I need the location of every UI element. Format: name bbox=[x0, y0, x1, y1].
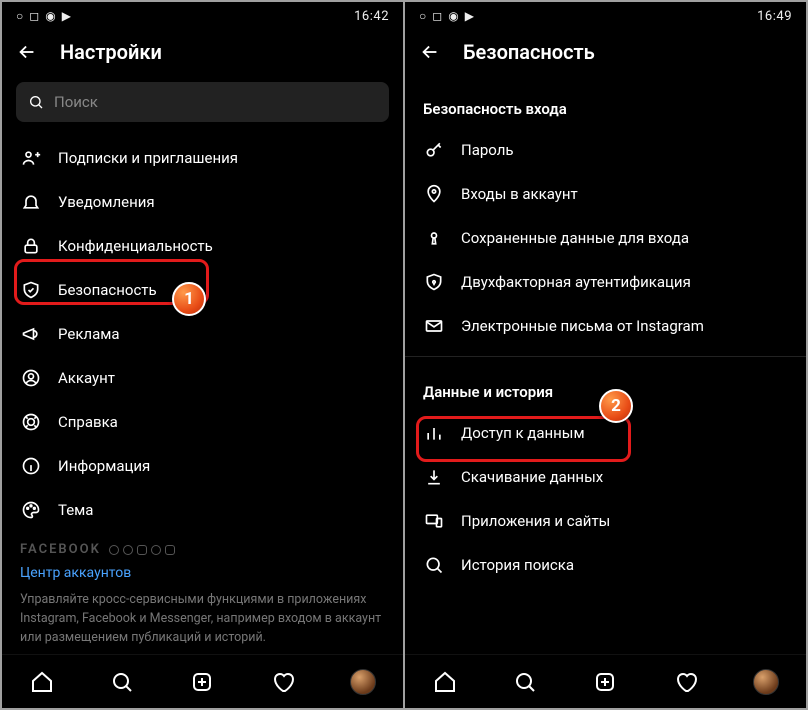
nav-profile-icon[interactable] bbox=[753, 669, 779, 695]
menu-item-saved-login[interactable]: Сохраненные данные для входа bbox=[405, 216, 806, 260]
keyhole-icon bbox=[423, 227, 445, 249]
menu-label: Уведомления bbox=[58, 193, 155, 211]
person-plus-icon bbox=[20, 147, 42, 169]
menu-label: Подписки и приглашения bbox=[58, 149, 238, 167]
key-icon bbox=[423, 139, 445, 161]
menu-item-subscriptions[interactable]: Подписки и приглашения bbox=[2, 136, 403, 180]
menu-label: Входы в аккаунт bbox=[461, 185, 578, 203]
settings-screen: ○◻◉▶ 16:42 Настройки Поиск Подписки и пр… bbox=[2, 2, 403, 708]
palette-icon bbox=[20, 499, 42, 521]
nav-heart-icon[interactable] bbox=[270, 669, 296, 695]
security-screen: ○◻◉▶ 16:49 Безопасность Безопасность вхо… bbox=[403, 2, 806, 708]
menu-item-account[interactable]: Аккаунт bbox=[2, 356, 403, 400]
bottom-nav bbox=[405, 654, 806, 708]
divider bbox=[405, 356, 806, 357]
menu-item-privacy[interactable]: Конфиденциальность bbox=[2, 224, 403, 268]
menu-label: Справка bbox=[58, 413, 118, 431]
menu-label: Аккаунт bbox=[58, 369, 115, 387]
menu-item-notifications[interactable]: Уведомления bbox=[2, 180, 403, 224]
menu-label: Пароль bbox=[461, 141, 514, 159]
menu-item-login-activity[interactable]: Входы в аккаунт bbox=[405, 172, 806, 216]
clock: 16:42 bbox=[354, 9, 389, 24]
person-circle-icon bbox=[20, 367, 42, 389]
page-title: Безопасность bbox=[463, 40, 595, 64]
nav-profile-icon[interactable] bbox=[350, 669, 376, 695]
section-data-title: Данные и история bbox=[405, 365, 806, 411]
menu-label: История поиска bbox=[461, 556, 574, 574]
menu-label: Реклама bbox=[58, 325, 120, 343]
menu-item-apps-sites[interactable]: Приложения и сайты bbox=[405, 499, 806, 543]
status-bar: ○◻◉▶ 16:49 bbox=[405, 2, 806, 30]
menu-item-password[interactable]: Пароль bbox=[405, 128, 806, 172]
nav-home-icon[interactable] bbox=[432, 669, 458, 695]
search-placeholder: Поиск bbox=[54, 93, 98, 111]
shield-lock-icon bbox=[423, 271, 445, 293]
facebook-brand: FACEBOOK bbox=[2, 532, 403, 557]
nav-search-icon[interactable] bbox=[512, 669, 538, 695]
menu-label: Двухфакторная аутентификация bbox=[461, 273, 691, 291]
bars-icon bbox=[423, 422, 445, 444]
mail-icon bbox=[423, 315, 445, 337]
menu-item-theme[interactable]: Тема bbox=[2, 488, 403, 532]
nav-add-icon[interactable] bbox=[592, 669, 618, 695]
nav-add-icon[interactable] bbox=[189, 669, 215, 695]
section-login-title: Безопасность входа bbox=[405, 82, 806, 128]
menu-label: Информация bbox=[58, 457, 150, 475]
menu-item-search-history[interactable]: История поиска bbox=[405, 543, 806, 587]
bell-icon bbox=[20, 191, 42, 213]
search-icon bbox=[423, 554, 445, 576]
nav-heart-icon[interactable] bbox=[673, 669, 699, 695]
menu-label: Приложения и сайты bbox=[461, 512, 610, 530]
lifebuoy-icon bbox=[20, 411, 42, 433]
megaphone-icon bbox=[20, 323, 42, 345]
lock-icon bbox=[20, 235, 42, 257]
menu-item-info[interactable]: Информация bbox=[2, 444, 403, 488]
menu-item-2fa[interactable]: Двухфакторная аутентификация bbox=[405, 260, 806, 304]
status-bar: ○◻◉▶ 16:42 bbox=[2, 2, 403, 30]
menu-item-help[interactable]: Справка bbox=[2, 400, 403, 444]
menu-label: Конфиденциальность bbox=[58, 237, 213, 255]
clock: 16:49 bbox=[757, 9, 792, 24]
menu-item-ads[interactable]: Реклама bbox=[2, 312, 403, 356]
settings-menu: Подписки и приглашения Уведомления Конфи… bbox=[2, 132, 403, 654]
accounts-help-text: Управляйте кросс-сервисными функциями в … bbox=[2, 585, 403, 654]
menu-label: Тема bbox=[58, 501, 93, 519]
menu-label: Безопасность bbox=[58, 281, 157, 299]
accounts-center-link[interactable]: Центр аккаунтов bbox=[2, 557, 403, 585]
download-icon bbox=[423, 466, 445, 488]
search-icon bbox=[28, 94, 44, 110]
nav-home-icon[interactable] bbox=[29, 669, 55, 695]
back-icon[interactable] bbox=[16, 41, 38, 63]
menu-item-emails[interactable]: Электронные письма от Instagram bbox=[405, 304, 806, 348]
menu-item-data-access[interactable]: Доступ к данным bbox=[405, 411, 806, 455]
shield-check-icon bbox=[20, 279, 42, 301]
nav-search-icon[interactable] bbox=[109, 669, 135, 695]
search-input[interactable]: Поиск bbox=[16, 82, 389, 122]
info-icon bbox=[20, 455, 42, 477]
back-icon[interactable] bbox=[419, 41, 441, 63]
menu-label: Сохраненные данные для входа bbox=[461, 229, 689, 247]
menu-item-download-data[interactable]: Скачивание данных bbox=[405, 455, 806, 499]
menu-item-security[interactable]: Безопасность bbox=[2, 268, 403, 312]
location-icon bbox=[423, 183, 445, 205]
menu-label: Скачивание данных bbox=[461, 468, 603, 486]
devices-icon bbox=[423, 510, 445, 532]
security-menu: Безопасность входа Пароль Входы в аккаун… bbox=[405, 78, 806, 654]
page-title: Настройки bbox=[60, 40, 162, 64]
bottom-nav bbox=[2, 654, 403, 708]
menu-label: Доступ к данным bbox=[461, 424, 585, 442]
menu-label: Электронные письма от Instagram bbox=[461, 317, 704, 335]
